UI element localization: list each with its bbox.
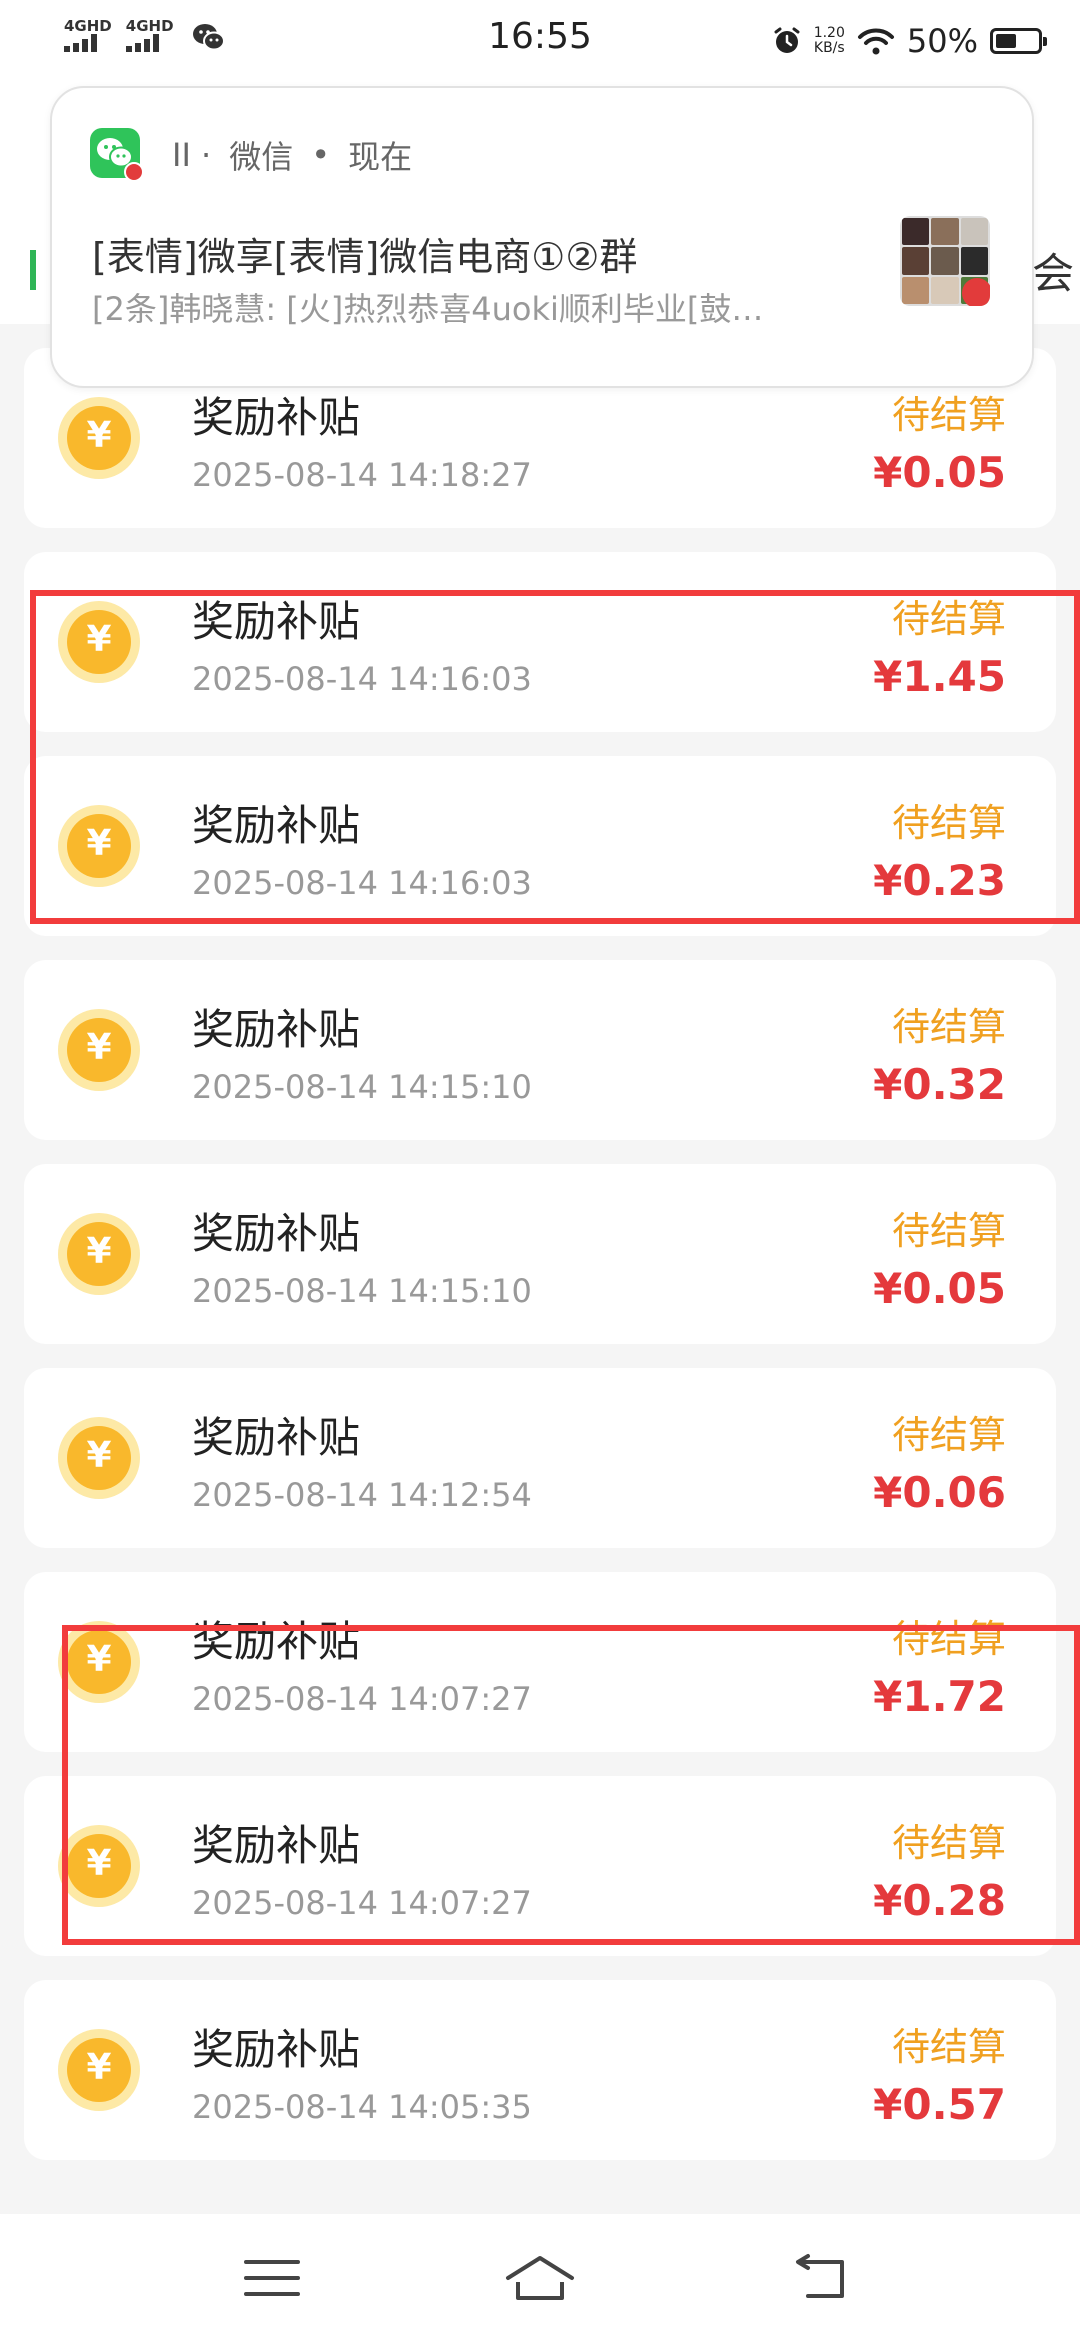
record-amount: ¥0.32 bbox=[873, 1060, 1006, 1109]
record-amount: ¥0.57 bbox=[873, 2080, 1006, 2129]
record-status: 待结算 bbox=[891, 1209, 1006, 1253]
coin-icon: ¥ bbox=[58, 397, 140, 479]
record-card[interactable]: ¥ 奖励补贴 2025-08-14 14:15:10 待结算 ¥0.32 bbox=[24, 960, 1056, 1140]
group-avatar-icon bbox=[900, 216, 990, 306]
notification-time: 现在 bbox=[348, 138, 413, 176]
coin-symbol: ¥ bbox=[86, 1843, 112, 1884]
record-amount: ¥0.23 bbox=[873, 856, 1006, 905]
record-title: 奖励补贴 bbox=[192, 1413, 361, 1462]
alarm-icon bbox=[774, 27, 800, 53]
coin-symbol: ¥ bbox=[86, 1435, 112, 1476]
coin-symbol: ¥ bbox=[86, 415, 112, 456]
coin-icon: ¥ bbox=[58, 1009, 140, 1091]
notification-prefix: II · bbox=[172, 136, 212, 174]
record-card[interactable]: ¥ 奖励补贴 2025-08-14 14:16:03 待结算 ¥1.45 bbox=[24, 552, 1056, 732]
coin-icon: ¥ bbox=[58, 1825, 140, 1907]
avatar-badge-icon bbox=[962, 278, 990, 306]
wechat-notification[interactable]: II · 微信 • 现在 [表情]微享[表情]微信电商①②群 [2条]韩晓慧: … bbox=[50, 86, 1034, 388]
record-time: 2025-08-14 14:12:54 bbox=[192, 1476, 532, 1514]
record-title: 奖励补贴 bbox=[192, 1209, 361, 1258]
record-title: 奖励补贴 bbox=[192, 1617, 361, 1666]
record-card[interactable]: ¥ 奖励补贴 2025-08-14 14:07:27 待结算 ¥0.28 bbox=[24, 1776, 1056, 1956]
notification-header: II · 微信 • 现在 bbox=[172, 132, 412, 178]
speed-value: 1.20 bbox=[813, 25, 845, 41]
coin-icon: ¥ bbox=[58, 2029, 140, 2111]
battery-icon bbox=[990, 28, 1047, 54]
record-title: 奖励补贴 bbox=[192, 1821, 361, 1870]
record-time: 2025-08-14 14:15:10 bbox=[192, 1272, 532, 1310]
wifi-icon bbox=[857, 28, 894, 55]
record-card[interactable]: ¥ 奖励补贴 2025-08-14 14:15:10 待结算 ¥0.05 bbox=[24, 1164, 1056, 1344]
record-status: 待结算 bbox=[891, 1413, 1006, 1457]
record-amount: ¥1.72 bbox=[873, 1672, 1006, 1721]
record-time: 2025-08-14 14:16:03 bbox=[192, 864, 532, 902]
back-icon[interactable] bbox=[782, 2248, 862, 2308]
record-status: 待结算 bbox=[891, 801, 1006, 845]
record-time: 2025-08-14 14:07:27 bbox=[192, 1884, 532, 1922]
battery-fill bbox=[996, 34, 1016, 48]
system-nav-bar bbox=[0, 2214, 1080, 2340]
coin-icon: ¥ bbox=[58, 805, 140, 887]
coin-symbol: ¥ bbox=[86, 2047, 112, 2088]
record-card[interactable]: ¥ 奖励补贴 2025-08-14 14:16:03 待结算 ¥0.23 bbox=[24, 756, 1056, 936]
notification-badge-icon bbox=[124, 162, 144, 182]
wechat-app-icon bbox=[90, 128, 144, 182]
record-status: 待结算 bbox=[891, 1005, 1006, 1049]
coin-symbol: ¥ bbox=[86, 1231, 112, 1272]
coin-symbol: ¥ bbox=[86, 1027, 112, 1068]
menu-icon[interactable] bbox=[232, 2248, 312, 2308]
coin-symbol: ¥ bbox=[86, 823, 112, 864]
record-amount: ¥0.05 bbox=[873, 448, 1006, 497]
record-amount: ¥1.45 bbox=[873, 652, 1006, 701]
coin-icon: ¥ bbox=[58, 1417, 140, 1499]
record-card[interactable]: ¥ 奖励补贴 2025-08-14 14:05:35 待结算 ¥0.57 bbox=[24, 1980, 1056, 2160]
header-right-fragment[interactable]: 会 bbox=[1032, 240, 1074, 301]
coin-symbol: ¥ bbox=[86, 619, 112, 660]
notification-title: [表情]微享[表情]微信电商①②群 bbox=[92, 235, 638, 279]
record-time: 2025-08-14 14:15:10 bbox=[192, 1068, 532, 1106]
coin-symbol: ¥ bbox=[86, 1639, 112, 1680]
home-icon[interactable] bbox=[500, 2248, 580, 2308]
coin-icon: ¥ bbox=[58, 1213, 140, 1295]
record-title: 奖励补贴 bbox=[192, 597, 361, 646]
record-status: 待结算 bbox=[891, 1821, 1006, 1865]
notification-separator: • bbox=[311, 136, 331, 174]
record-status: 待结算 bbox=[891, 2025, 1006, 2069]
record-time: 2025-08-14 14:07:27 bbox=[192, 1680, 532, 1718]
speed-unit: KB/s bbox=[813, 40, 845, 56]
record-time: 2025-08-14 14:05:35 bbox=[192, 2088, 532, 2126]
status-bar: 4GHD 4GHD 16:55 1.20 KB/s 50% bbox=[0, 0, 1080, 84]
record-amount: ¥0.28 bbox=[873, 1876, 1006, 1925]
status-right: 1.20 KB/s 50% bbox=[772, 22, 1047, 60]
network-speed: 1.20 KB/s bbox=[814, 26, 845, 56]
record-title: 奖励补贴 bbox=[192, 393, 361, 442]
record-title: 奖励补贴 bbox=[192, 1005, 361, 1054]
record-title: 奖励补贴 bbox=[192, 801, 361, 850]
notification-body: [2条]韩晓慧: [火]热烈恭喜4uoki顺利毕业[鼓… bbox=[92, 290, 764, 328]
record-card[interactable]: ¥ 奖励补贴 2025-08-14 14:12:54 待结算 ¥0.06 bbox=[24, 1368, 1056, 1548]
coin-icon: ¥ bbox=[58, 601, 140, 683]
record-card[interactable]: ¥ 奖励补贴 2025-08-14 14:07:27 待结算 ¥1.72 bbox=[24, 1572, 1056, 1752]
record-title: 奖励补贴 bbox=[192, 2025, 361, 2074]
record-time: 2025-08-14 14:18:27 bbox=[192, 456, 532, 494]
record-time: 2025-08-14 14:16:03 bbox=[192, 660, 532, 698]
record-amount: ¥0.05 bbox=[873, 1264, 1006, 1313]
record-status: 待结算 bbox=[891, 1617, 1006, 1661]
record-status: 待结算 bbox=[891, 393, 1006, 437]
coin-icon: ¥ bbox=[58, 1621, 140, 1703]
record-amount: ¥0.06 bbox=[873, 1468, 1006, 1517]
notification-app-name: 微信 bbox=[229, 138, 294, 176]
record-status: 待结算 bbox=[891, 597, 1006, 641]
battery-percent: 50% bbox=[906, 22, 978, 60]
